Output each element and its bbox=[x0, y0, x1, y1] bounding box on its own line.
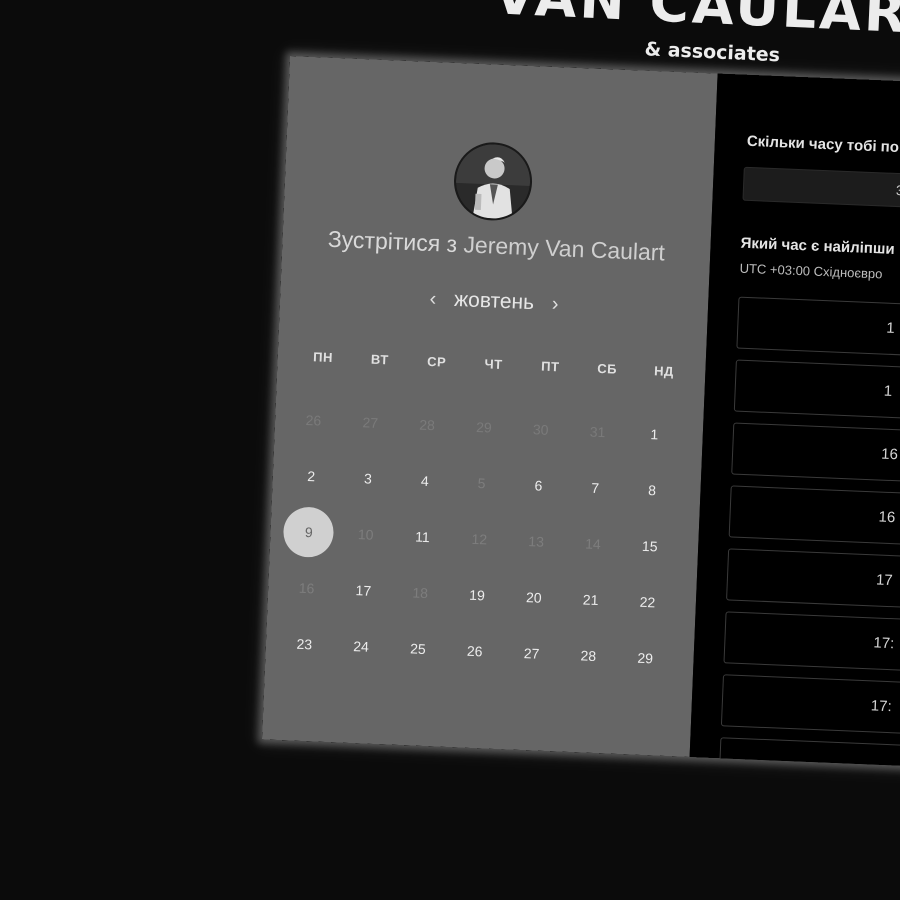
calendar-day[interactable]: 27 bbox=[502, 625, 561, 681]
booking-card: Зустрітися з Jeremy Van Caulart ‹ жовтен… bbox=[261, 56, 900, 768]
calendar-day[interactable]: 23 bbox=[275, 616, 334, 672]
host-avatar bbox=[452, 140, 534, 222]
weekday-label: НД bbox=[653, 363, 675, 379]
time-slot-button[interactable]: 17: bbox=[723, 611, 900, 674]
calendar-day-outside: 26 bbox=[305, 411, 322, 429]
calendar-day[interactable]: 21 bbox=[561, 572, 620, 628]
time-slot-button[interactable]: 17 bbox=[726, 548, 900, 611]
time-slot-button[interactable]: 1 bbox=[733, 359, 900, 423]
weekday-label: ПН bbox=[312, 349, 334, 366]
time-slot-button[interactable] bbox=[718, 737, 900, 768]
calendar-day[interactable]: 28 bbox=[559, 628, 618, 684]
calendar-day[interactable]: 6 bbox=[509, 457, 568, 513]
calendar-day-disabled: 18 bbox=[412, 584, 429, 602]
calendar-day-outside: 27 bbox=[362, 414, 379, 431]
calendar-day-disabled: 14 bbox=[584, 535, 602, 553]
duration-select[interactable]: 3 bbox=[742, 166, 900, 212]
time-slot-button[interactable]: 16 bbox=[731, 422, 900, 486]
host-name: Jeremy Van Caulart bbox=[462, 231, 666, 266]
calendar-day[interactable]: 25 bbox=[388, 621, 447, 677]
calendar-day[interactable]: 29 bbox=[616, 630, 675, 686]
duration-question: Скільки часу тобі по bbox=[746, 132, 900, 157]
brand-subtitle: & associates bbox=[644, 38, 781, 67]
time-slot-button[interactable]: 16 bbox=[728, 485, 900, 549]
calendar-day-outside: 29 bbox=[475, 418, 493, 436]
calendar-day[interactable]: 20 bbox=[504, 569, 563, 625]
calendar-day[interactable]: 22 bbox=[618, 574, 677, 630]
calendar-day[interactable]: 7 bbox=[566, 460, 625, 516]
calendar-day[interactable]: 2 bbox=[282, 448, 341, 504]
weekday-label: СБ bbox=[596, 360, 618, 377]
calendar-day[interactable]: 8 bbox=[623, 462, 682, 518]
weekday-label: ПТ bbox=[540, 358, 560, 375]
calendar-day[interactable]: 19 bbox=[448, 567, 507, 623]
calendar-day-outside: 28 bbox=[419, 416, 436, 434]
weekday-header: ПН ВТ СР ЧТ ПТ СБ НД bbox=[294, 348, 692, 379]
calendar-day[interactable]: 3 bbox=[338, 450, 397, 506]
calendar-day[interactable]: 17 bbox=[334, 562, 393, 618]
calendar-day-outside: 30 bbox=[532, 421, 549, 438]
calendar-day[interactable]: 11 bbox=[393, 509, 452, 565]
calendar-day[interactable]: 1 bbox=[625, 406, 684, 462]
calendar-day[interactable]: 15 bbox=[620, 518, 679, 574]
next-month-chevron-icon[interactable]: › bbox=[539, 292, 571, 316]
month-label: жовтень bbox=[453, 287, 535, 315]
calendar-day-disabled: 16 bbox=[298, 579, 315, 597]
person-photo-icon bbox=[454, 142, 532, 220]
time-slot-list: 1 1 16 16 17 17: 17: bbox=[718, 296, 900, 768]
weekday-label: ЧТ bbox=[484, 356, 503, 372]
calendar-day-disabled: 13 bbox=[528, 533, 545, 550]
calendar-day[interactable]: 4 bbox=[395, 453, 454, 509]
time-selection-panel: Скільки часу тобі по 3 Який час є найліп… bbox=[689, 73, 900, 768]
title-prefix: Зустрітися з bbox=[327, 225, 458, 258]
month-navigation: ‹ жовтень › bbox=[280, 281, 709, 323]
calendar-panel: Зустрітися з Jeremy Van Caulart ‹ жовтен… bbox=[261, 56, 718, 757]
calendar-day-disabled: 10 bbox=[357, 526, 374, 543]
calendar-day[interactable]: 24 bbox=[332, 618, 391, 674]
time-slot-button[interactable]: 17: bbox=[720, 674, 900, 737]
time-question: Який час є найліпши bbox=[740, 234, 895, 258]
timezone-label[interactable]: UTC +03:00 Східноєвро bbox=[739, 261, 882, 282]
duration-value: 3 bbox=[895, 181, 900, 199]
prev-month-chevron-icon[interactable]: ‹ bbox=[417, 287, 449, 311]
calendar-day-disabled: 12 bbox=[471, 530, 488, 548]
weekday-label: ВТ bbox=[370, 351, 390, 368]
calendar-grid: 26 27 28 29 30 31 1 2 3 4 5 6 7 8 9 10 1… bbox=[275, 392, 684, 686]
time-slot-button[interactable]: 1 bbox=[736, 296, 900, 360]
calendar-day-disabled: 5 bbox=[477, 475, 486, 492]
calendar-day-selected[interactable]: 9 bbox=[279, 504, 338, 560]
weekday-label: СР bbox=[426, 353, 447, 370]
meeting-title: Зустрітися з Jeremy Van Caulart bbox=[282, 224, 711, 269]
calendar-day-outside: 31 bbox=[589, 423, 606, 441]
calendar-day[interactable]: 26 bbox=[445, 623, 504, 679]
